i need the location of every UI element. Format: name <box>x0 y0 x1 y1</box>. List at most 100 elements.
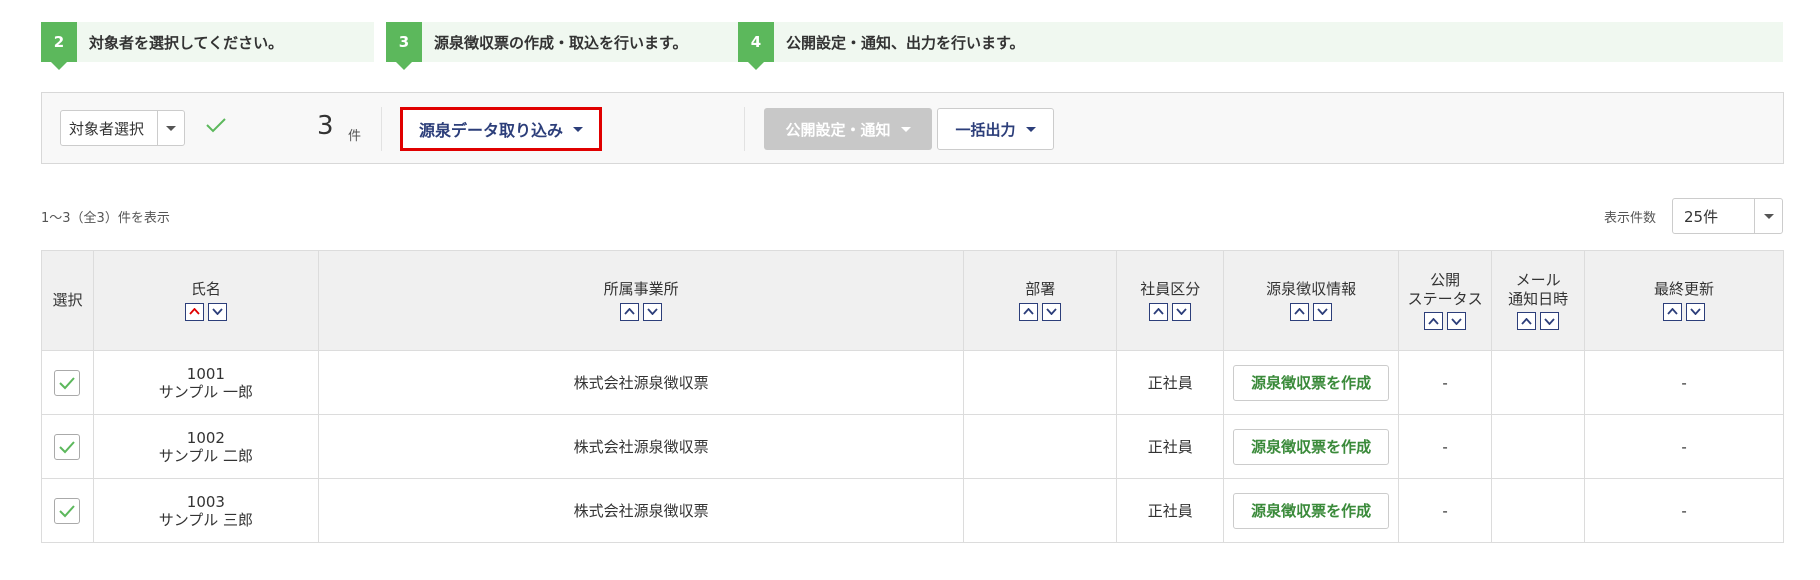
step-text: 対象者を選択してください。 <box>89 33 284 52</box>
step-text: 公開設定・通知、出力を行います。 <box>786 33 1025 52</box>
target-select-dropdown[interactable]: 対象者選択 <box>60 110 185 146</box>
import-button-label: 源泉データ取り込み <box>418 121 563 140</box>
step-text: 源泉徴収票の作成・取込を行います。 <box>434 33 688 52</box>
table-row: 1001 サンプル 一郎 株式会社源泉徴収票 正社員 源泉徴収票を作成 - - <box>41 350 1784 415</box>
dept-cell <box>963 478 1118 543</box>
per-page-select[interactable]: 25件 <box>1672 198 1783 234</box>
selected-count: 3 <box>317 111 334 141</box>
dept-cell <box>963 350 1118 415</box>
header-emp-type: 社員区分 <box>1116 250 1225 351</box>
chevron-down-icon <box>573 126 583 132</box>
sort-desc-icon[interactable] <box>207 302 227 321</box>
check-icon <box>205 116 227 138</box>
name-cell: 1003 サンプル 三郎 <box>92 478 319 543</box>
chevron-down-icon <box>1025 126 1036 132</box>
row-checkbox[interactable] <box>54 497 81 524</box>
sort-desc-icon[interactable] <box>643 302 663 321</box>
sort-desc-icon[interactable] <box>1172 302 1192 321</box>
step-indicator: 2 対象者を選択してください。 3 源泉徴収票の作成・取込を行います。 4 公開… <box>41 22 1783 70</box>
step-4: 4 公開設定・通知、出力を行います。 <box>738 22 1783 70</box>
create-withholding-button[interactable]: 源泉徴収票を作成 <box>1233 364 1390 401</box>
header-mail-notify: メール 通知日時 <box>1491 250 1586 351</box>
emp-type-cell: 正社員 <box>1116 478 1225 543</box>
target-select-label: 対象者選択 <box>69 119 145 138</box>
updated-cell: - <box>1584 478 1784 543</box>
name-cell: 1001 サンプル 一郎 <box>92 350 319 415</box>
mail-cell <box>1491 478 1586 543</box>
pub-status-cell: - <box>1398 350 1493 415</box>
sort-asc-icon[interactable] <box>1290 302 1310 321</box>
selected-count-unit: 件 <box>348 129 362 144</box>
step-number: 2 <box>41 22 77 70</box>
sort-desc-icon[interactable] <box>1313 302 1333 321</box>
employee-name: サンプル 三郎 <box>158 510 254 529</box>
emp-type-cell: 正社員 <box>1116 350 1225 415</box>
header-pub-status: 公開 ステータス <box>1398 250 1493 351</box>
employee-id: 1001 <box>186 364 225 383</box>
chevron-down-icon[interactable] <box>157 111 184 145</box>
row-checkbox[interactable] <box>54 369 81 396</box>
step-number: 3 <box>386 22 422 70</box>
per-page-label: 表示件数 <box>1604 211 1657 226</box>
sort-desc-icon[interactable] <box>1042 302 1062 321</box>
pub-status-cell: - <box>1398 478 1493 543</box>
select-cell <box>41 414 94 479</box>
sort-asc-icon[interactable] <box>1663 302 1683 321</box>
table-header-row: 選択 氏名 所属事業所 部署 社員区分 源泉徴収情報 公開 ステータス メール … <box>41 250 1784 351</box>
header-office: 所属事業所 <box>317 250 965 351</box>
bulk-output-label: 一括出力 <box>955 120 1016 139</box>
create-withholding-button[interactable]: 源泉徴収票を作成 <box>1233 428 1390 465</box>
sort-asc-icon[interactable] <box>1517 312 1537 331</box>
row-checkbox[interactable] <box>54 433 81 460</box>
sort-asc-icon[interactable] <box>184 302 204 321</box>
select-cell <box>41 350 94 415</box>
withholding-cell: 源泉徴収票を作成 <box>1223 350 1400 415</box>
employee-id: 1002 <box>186 428 225 447</box>
updated-cell: - <box>1584 350 1784 415</box>
sort-asc-icon[interactable] <box>1019 302 1039 321</box>
publish-settings-button[interactable]: 公開設定・通知 <box>764 108 932 150</box>
mail-cell <box>1491 350 1586 415</box>
sort-asc-icon[interactable] <box>1424 312 1444 331</box>
result-summary: 1〜3（全3）件を表示 <box>41 211 170 226</box>
toolbar-divider <box>744 107 745 151</box>
mail-cell <box>1491 414 1586 479</box>
table-row: 1002 サンプル 二郎 株式会社源泉徴収票 正社員 源泉徴収票を作成 - - <box>41 414 1784 479</box>
chevron-down-icon[interactable] <box>1754 199 1782 233</box>
import-withholding-data-button[interactable]: 源泉データ取り込み <box>400 107 602 151</box>
dept-cell <box>963 414 1118 479</box>
withholding-cell: 源泉徴収票を作成 <box>1223 414 1400 479</box>
employee-table: 選択 氏名 所属事業所 部署 社員区分 源泉徴収情報 公開 ステータス メール … <box>41 250 1784 543</box>
publish-button-label: 公開設定・通知 <box>785 120 891 139</box>
sort-asc-icon[interactable] <box>620 302 640 321</box>
office-cell: 株式会社源泉徴収票 <box>317 414 965 479</box>
sort-asc-icon[interactable] <box>1149 302 1169 321</box>
employee-name: サンプル 二郎 <box>158 446 254 465</box>
bulk-output-button[interactable]: 一括出力 <box>937 108 1054 150</box>
sort-desc-icon[interactable] <box>1447 312 1467 331</box>
employee-name: サンプル 一郎 <box>158 382 254 401</box>
step-3: 3 源泉徴収票の作成・取込を行います。 <box>386 22 766 70</box>
withholding-cell: 源泉徴収票を作成 <box>1223 478 1400 543</box>
name-cell: 1002 サンプル 二郎 <box>92 414 319 479</box>
chevron-down-icon <box>900 126 911 132</box>
sort-desc-icon[interactable] <box>1686 302 1706 321</box>
sort-desc-icon[interactable] <box>1540 312 1560 331</box>
emp-type-cell: 正社員 <box>1116 414 1225 479</box>
header-withholding: 源泉徴収情報 <box>1223 250 1400 351</box>
header-select: 選択 <box>41 250 94 351</box>
office-cell: 株式会社源泉徴収票 <box>317 478 965 543</box>
step-2: 2 対象者を選択してください。 <box>41 22 374 70</box>
select-cell <box>41 478 94 543</box>
action-toolbar: 対象者選択 3 件 源泉データ取り込み 公開設定・通知 一括出力 <box>41 92 1784 164</box>
header-name: 氏名 <box>92 250 319 351</box>
create-withholding-button[interactable]: 源泉徴収票を作成 <box>1233 492 1390 529</box>
employee-id: 1003 <box>186 492 225 511</box>
step-number: 4 <box>738 22 774 70</box>
header-dept: 部署 <box>963 250 1118 351</box>
header-updated: 最終更新 <box>1584 250 1784 351</box>
updated-cell: - <box>1584 414 1784 479</box>
office-cell: 株式会社源泉徴収票 <box>317 350 965 415</box>
toolbar-divider <box>381 107 382 151</box>
per-page-value: 25件 <box>1684 207 1719 226</box>
